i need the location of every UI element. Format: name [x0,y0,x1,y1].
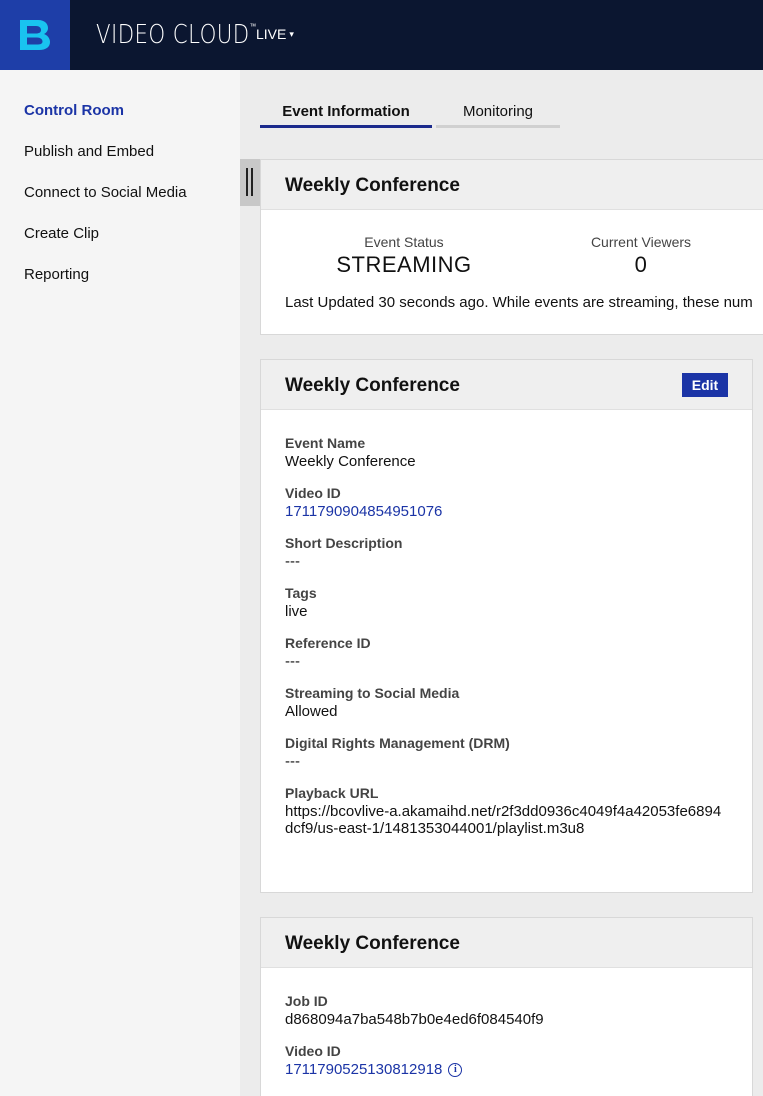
playback-url-value: https://bcovlive-a.akamaihd.net/r2f3dd09… [285,803,722,837]
current-viewers-label: Current Viewers [590,234,692,250]
short-description-value: --- [285,553,300,570]
card-header: Weekly Conference Edit [261,360,752,410]
brightcove-logo-icon [20,20,50,50]
event-status-label: Event Status [364,234,444,250]
grip-line [251,168,253,196]
playback-url-label: Playback URL [285,785,379,801]
job-video-id-link[interactable]: 1711790525130812918 [285,1061,442,1078]
event-name-label: Event Name [285,435,366,451]
sidebar-item-connect-social-media[interactable]: Connect to Social Media [24,184,187,201]
sidebar: Control Room Publish and Embed Connect t… [0,70,240,1096]
panel-resize-handle[interactable] [240,159,260,206]
top-bar: VIDEO CLOUD™ LIVE ▾ [0,0,763,70]
drm-label: Digital Rights Management (DRM) [285,735,510,751]
social-media-label: Streaming to Social Media [285,685,460,701]
card-title: Weekly Conference [285,175,460,196]
job-video-id-row: 1711790525130812918 i [285,1061,463,1078]
event-status-value: STREAMING [336,252,472,277]
reference-id-value: --- [285,653,300,670]
job-id-label: Job ID [285,993,328,1009]
card-title: Weekly Conference [285,933,460,954]
sidebar-item-publish-and-embed[interactable]: Publish and Embed [24,143,154,160]
reference-id-label: Reference ID [285,635,371,651]
live-menu-label: LIVE [256,26,287,42]
job-id-value: d868094a7ba548b7b0e4ed6f084540f9 [285,1011,544,1028]
sidebar-item-control-room[interactable]: Control Room [24,102,124,119]
inactive-tab-indicator [436,125,560,128]
video-id-label: Video ID [285,485,341,501]
drm-value: --- [285,753,300,770]
event-status-card: Weekly Conference Event Status STREAMING… [260,159,763,335]
card-header: Weekly Conference [261,918,752,968]
edit-button[interactable]: Edit [682,373,728,397]
last-updated-text: Last Updated 30 seconds ago. While event… [285,294,753,311]
tab-monitoring[interactable]: Monitoring [436,103,560,120]
job-video-id-label: Video ID [285,1043,341,1059]
main-content: Event Information Monitoring Weekly Conf… [240,70,763,1096]
job-details-card: Weekly Conference Job ID d868094a7ba548b… [260,917,753,1096]
social-media-value: Allowed [285,703,338,720]
brightcove-logo[interactable] [0,0,70,70]
caret-down-icon: ▾ [289,28,294,39]
event-name-value: Weekly Conference [285,453,416,470]
tags-label: Tags [285,585,317,601]
live-module-menu[interactable]: LIVE ▾ [256,26,294,42]
tab-event-information[interactable]: Event Information [260,103,432,120]
sidebar-item-create-clip[interactable]: Create Clip [24,225,99,242]
current-viewers-value: 0 [634,252,648,277]
video-id-link[interactable]: 1711790904854951076 [285,503,442,520]
app-title: VIDEO CLOUD™ [96,20,257,50]
tags-value: live [285,603,308,620]
grip-line [246,168,248,196]
active-tab-indicator [260,125,432,128]
card-title: Weekly Conference [285,375,460,396]
event-details-card: Weekly Conference Edit Event Name Weekly… [260,359,753,893]
card-header: Weekly Conference [261,160,763,210]
short-description-label: Short Description [285,535,403,551]
sidebar-item-reporting[interactable]: Reporting [24,266,89,283]
info-icon[interactable]: i [448,1063,463,1078]
